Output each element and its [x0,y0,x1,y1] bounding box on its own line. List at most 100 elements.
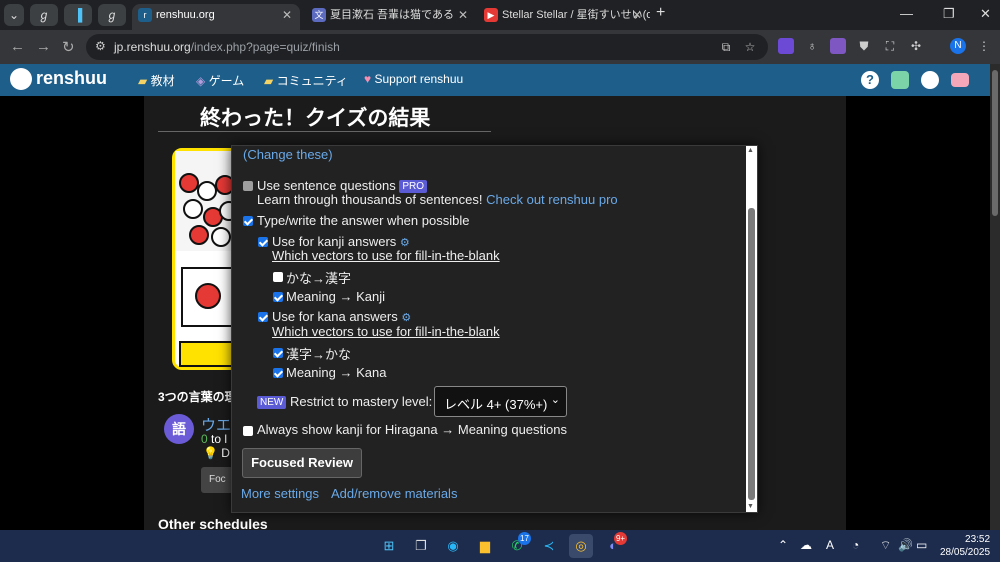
tip-text: 💡 D [203,446,230,460]
pro-link[interactable]: Check out renshuu pro [486,192,618,207]
volume-icon[interactable]: 🔊 [898,538,913,552]
focused-review-button[interactable]: Focused Review [242,448,362,478]
kana-label-text: Use for kana answers [272,309,398,324]
menu-label: ゲーム [208,74,245,88]
cloud-icon[interactable]: ☁ [800,538,812,552]
forward-arrow-icon[interactable]: → [36,38,51,55]
book-favicon-icon: 文 [312,8,326,22]
task-view-icon[interactable]: ❐ [409,534,433,558]
always-kanji-label: Always show kanji for Hiragana → Meaning… [257,422,567,437]
extensions-puzzle-icon[interactable]: ✣ [908,38,924,54]
back-arrow-icon[interactable]: ← [10,38,25,55]
scroll-down-arrow-icon[interactable]: ▼ [747,503,754,510]
capsule-ball [211,227,231,247]
tab-natsume[interactable]: 文 夏目漱石 吾輩は猫である ✕ [306,4,476,30]
kana-answers-checkbox[interactable] [258,312,268,322]
tray-overflow-icon[interactable]: ⌃ [778,538,788,552]
system-clock[interactable]: 23:52 28/05/2025 [940,533,990,559]
kana-to-kanji-checkbox[interactable] [273,272,283,282]
capsule-ball [195,283,221,309]
sync-icon[interactable]: ◔ [852,538,859,552]
progress-text: 0 to l [201,432,227,446]
user-mascot-icon[interactable] [921,71,939,89]
menu-item-materials[interactable]: ▰ 教材 [138,72,175,89]
close-tab-icon[interactable]: ✕ [282,4,292,26]
sentence-label-text: Use sentence questions [257,178,396,193]
tab-youtube[interactable]: ▶ Stellar Stellar / 星街すいせい(offi ✕ [478,4,650,30]
add-remove-materials-link[interactable]: Add/remove materials [331,486,457,501]
address-bar[interactable]: ⚙ jp.renshuu.org/index.php?page=quiz/fin… [86,34,768,60]
scrollbar-thumb[interactable] [748,208,755,500]
more-settings-link[interactable]: More settings [241,486,319,501]
menu-label: Support renshuu [374,72,464,86]
gacha-globe [175,151,239,251]
new-tab-button[interactable]: + [656,4,665,22]
sentence-questions-label: Use sentence questions PRO [257,178,428,193]
popup-scrollbar[interactable]: ▲ ▼ [746,146,757,512]
gacha-base [179,341,235,367]
gear-icon[interactable]: ⚙ [401,312,411,324]
browser-toolbar: ← → ↻ ⚙ jp.renshuu.org/index.php?page=qu… [0,30,1000,64]
browser-menu-icon[interactable]: ⋮ [976,38,992,54]
sentence-note-text: Learn through thousands of sentences! [257,192,483,207]
pinned-tab-1[interactable]: ℊ [30,4,58,26]
profile-avatar[interactable]: N [950,38,966,54]
font-icon[interactable]: A [826,538,834,552]
mastery-level-select[interactable]: レベル 4+ (37%+) ⌄ [434,386,567,417]
extension-3-icon[interactable] [830,38,846,54]
sentence-questions-checkbox[interactable] [243,181,253,191]
type-answer-checkbox[interactable] [243,216,253,226]
edge-icon[interactable]: ◉ [441,534,465,558]
shield-extension-icon[interactable]: ⛊ [856,38,872,54]
meaning-to-kana-checkbox[interactable] [273,368,283,378]
chevron-down-icon: ⌄ [550,394,560,406]
book-icon: ▰ [138,74,148,88]
kana-vectors-link[interactable]: Which vectors to use for fill-in-the-bla… [272,324,500,339]
battery-icon[interactable]: ▭ [916,538,927,552]
title-divider [158,131,491,132]
always-kanji-checkbox[interactable] [243,426,253,436]
pinned-tab-2[interactable]: ▐ [64,4,92,26]
bookmark-star-icon[interactable]: ☆ [742,39,758,55]
chrome-icon[interactable]: ◎ [569,534,593,558]
close-tab-icon[interactable]: ✕ [458,4,468,26]
help-icon[interactable]: ? [861,71,879,89]
site-logo[interactable]: renshuu [10,68,107,91]
kanji-to-kana-checkbox[interactable] [273,348,283,358]
site-info-icon[interactable]: ⚙ [95,39,106,53]
reload-icon[interactable]: ↻ [62,38,75,56]
meaning-to-kanji-checkbox[interactable] [273,292,283,302]
notes-icon[interactable] [891,71,909,89]
wifi-icon[interactable]: ⌔ [880,538,891,553]
pinned-tab-3[interactable]: ℊ [98,4,126,26]
scroll-up-arrow-icon[interactable]: ▲ [747,147,754,154]
kanji-answers-checkbox[interactable] [258,237,268,247]
file-explorer-icon[interactable]: ▆ [473,534,497,558]
install-app-icon[interactable]: ⧉ [718,39,734,55]
change-these-link[interactable]: (Change these) [243,147,333,162]
menu-item-support[interactable]: ♥ Support renshuu [364,72,463,86]
start-windows-icon[interactable]: ⊞ [377,534,401,558]
minimize-icon[interactable]: — [900,6,913,21]
url-text[interactable]: jp.renshuu.org/index.php?page=quiz/finis… [114,40,340,54]
menu-item-community[interactable]: ▰ コミュニティ [264,72,348,89]
extension-2-icon[interactable]: ♁ [804,38,820,54]
kanji-to-kana-label: 漢字→かな [286,347,352,362]
tab-renshuu[interactable]: r renshuu.org ✕ [132,4,300,30]
mail-icon[interactable] [951,73,969,87]
discord-badge: 9+ [614,532,627,545]
extension-1-icon[interactable] [778,38,794,54]
page-scrollbar-thumb[interactable] [992,70,998,216]
kana-answers-label: Use for kana answers ⚙ [272,309,411,324]
page-title: 終わった！クイズの結果 [200,107,431,130]
tab-list-button[interactable]: ⌄ [4,4,24,26]
restore-icon[interactable]: ❐ [943,6,955,22]
vscode-icon[interactable]: ≺ [537,534,561,558]
kanji-vectors-link[interactable]: Which vectors to use for fill-in-the-bla… [272,248,500,263]
heart-icon: ♥ [364,72,372,86]
close-window-icon[interactable]: ✕ [980,6,991,22]
menu-item-games[interactable]: ◈ ゲーム [196,72,244,89]
page-scrollbar[interactable] [990,64,1000,530]
screenshot-extension-icon[interactable]: ⛶ [882,38,898,54]
close-tab-icon[interactable]: ✕ [632,4,642,26]
